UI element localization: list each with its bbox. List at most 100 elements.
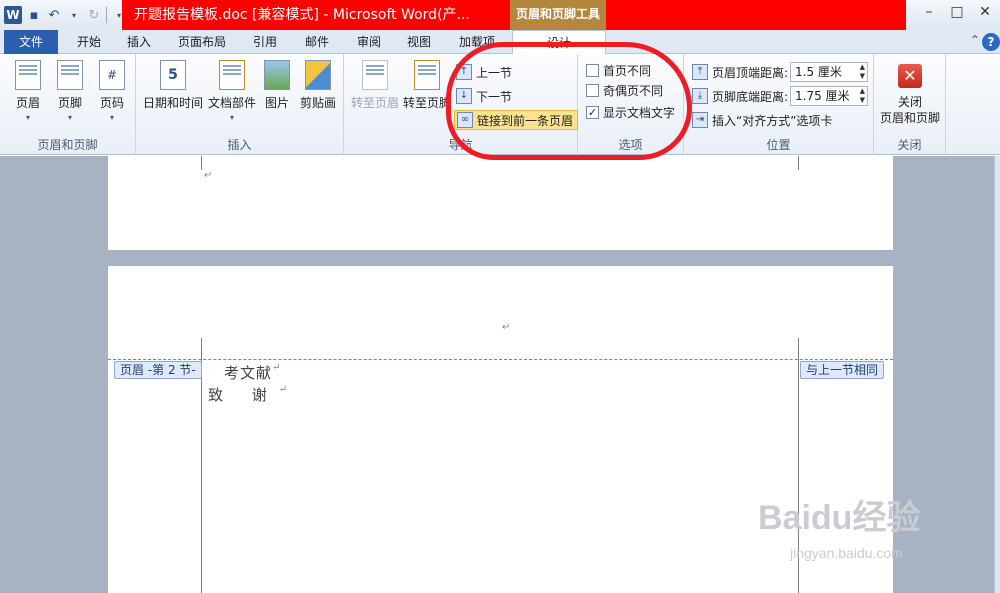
group-close: ✕ 关闭 页眉和页脚 关闭	[874, 54, 946, 155]
chevron-down-icon: ▾	[67, 113, 72, 122]
quick-parts-button[interactable]: 文档部件 ▾	[206, 60, 258, 122]
insert-alignment-tab-button[interactable]: ⇥ 插入“对齐方式”选项卡	[692, 110, 832, 130]
goto-footer-label: 转至页脚	[402, 96, 451, 110]
footer-icon	[57, 60, 83, 90]
goto-footer-button[interactable]: 转至页脚	[402, 60, 452, 111]
close-window-icon[interactable]: ✕	[970, 0, 1000, 24]
close-icon: ✕	[898, 64, 922, 88]
close-header-footer-label: 关闭 页眉和页脚	[879, 95, 940, 125]
redo-icon[interactable]: ↻	[86, 8, 102, 23]
header-top-label: 页眉顶端距离:	[712, 65, 789, 80]
doc-line-references[interactable]: 考文献 ↵	[224, 362, 280, 383]
tab-insert[interactable]: 插入	[120, 30, 158, 54]
goto-header-button[interactable]: 转至页眉	[350, 60, 400, 111]
help-icon[interactable]: ?	[982, 33, 1000, 51]
tab-home[interactable]: 开始	[70, 30, 108, 54]
tab-page-layout[interactable]: 页面布局	[172, 30, 232, 54]
baidu-watermark: Baidu经验	[758, 499, 921, 537]
header-icon	[15, 60, 41, 90]
footer-bottom-value: 1.75 厘米	[795, 89, 850, 103]
header-top-distance: ⤒ 页眉顶端距离:	[692, 62, 788, 82]
group-header-footer: 页眉 ▾ 页脚 ▾ # 页码 ▾ 页眉和页脚	[0, 54, 136, 155]
clip-art-button[interactable]: 剪贴画	[296, 60, 340, 111]
header-button[interactable]: 页眉 ▾	[10, 60, 46, 122]
paragraph-mark: ↵	[278, 384, 288, 395]
header-paragraph-mark: ↵	[502, 322, 511, 333]
vertical-scrollbar[interactable]	[994, 156, 1000, 593]
chevron-down-icon: ▾	[25, 113, 30, 122]
header-boundary-line	[108, 359, 893, 360]
quick-parts-button-label: 文档部件	[207, 96, 256, 110]
group-label-close: 关闭	[897, 138, 922, 152]
chevron-down-icon: ▾	[229, 113, 234, 122]
footer-bottom-spinner[interactable]: 1.75 厘米 ▲ ▼	[790, 86, 868, 106]
header-button-label: 页眉	[15, 96, 40, 110]
minimize-icon[interactable]: –	[914, 0, 944, 24]
footer-bottom-distance: ⤓ 页脚底端距离:	[692, 86, 788, 106]
group-label-header-footer: 页眉和页脚	[37, 138, 98, 152]
footer-bottom-label: 页脚底端距离:	[712, 89, 789, 104]
document-page-1[interactable]: ↵	[108, 156, 893, 250]
header-top-value: 1.5 厘米	[795, 65, 842, 79]
quick-parts-icon	[219, 60, 245, 90]
page-number-icon: #	[99, 60, 125, 90]
clip-art-button-label: 剪贴画	[299, 96, 336, 110]
document-page-2[interactable]: ↵ 页眉 -第 2 节- 与上一节相同 考文献 ↵ 致 谢 ↵	[108, 266, 893, 593]
word-app-icon[interactable]: W	[4, 6, 22, 24]
group-insert: 5 日期和时间 文档部件 ▾ 图片 剪贴画 插入	[136, 54, 344, 155]
doc-line-acknowledgements[interactable]: 致 谢 ↵	[208, 384, 287, 405]
tab-mailings[interactable]: 邮件	[298, 30, 336, 54]
group-label-position: 位置	[766, 138, 791, 152]
page-number-button-label: 页码	[99, 96, 124, 110]
tab-review[interactable]: 审阅	[350, 30, 388, 54]
maximize-icon[interactable]: □	[942, 0, 972, 24]
header-section-tag: 页眉 -第 2 节-	[114, 361, 202, 379]
title-bar: W ▪ ↶ ▾ ↻ ▾ 开题报告模板.doc [兼容模式] - Microsof…	[0, 0, 1000, 30]
footer-position-icon: ⤓	[692, 88, 708, 104]
doc-line-acknowledgements-text: 致 谢	[208, 386, 279, 404]
save-icon[interactable]: ▪	[26, 8, 42, 23]
undo-icon[interactable]: ↶	[46, 8, 62, 23]
clip-art-icon	[305, 60, 331, 90]
picture-button[interactable]: 图片	[260, 60, 294, 111]
paragraph-mark: ↵	[204, 170, 213, 181]
chevron-down-icon: ▾	[109, 113, 114, 122]
goto-header-icon	[362, 60, 388, 90]
alignment-tab-icon: ⇥	[692, 112, 708, 128]
close-header-footer-button[interactable]: ✕ 关闭 页眉和页脚	[878, 58, 942, 126]
minimize-ribbon-icon[interactable]: ⌃	[970, 33, 980, 47]
tab-file[interactable]: 文件	[4, 30, 58, 54]
undo-dropdown-icon[interactable]: ▾	[66, 11, 82, 20]
calendar-icon: 5	[160, 60, 186, 90]
tab-view[interactable]: 视图	[400, 30, 438, 54]
doc-line-references-text: 考文献	[224, 364, 273, 382]
group-label-insert: 插入	[227, 138, 252, 152]
date-time-button[interactable]: 5 日期和时间	[142, 60, 204, 111]
annotation-circle	[446, 42, 692, 160]
qat-separator	[106, 7, 107, 23]
insert-alignment-tab-label: 插入“对齐方式”选项卡	[712, 113, 833, 128]
goto-header-label: 转至页眉	[350, 96, 399, 110]
footer-button-label: 页脚	[57, 96, 82, 110]
title-highlight	[606, 0, 906, 30]
context-tab-header-footer-tools: 页眉和页脚工具	[510, 0, 606, 30]
picture-icon	[264, 60, 290, 90]
margin-guide	[201, 156, 202, 170]
same-as-previous-tag: 与上一节相同	[800, 361, 885, 379]
tab-references[interactable]: 引用	[246, 30, 284, 54]
date-time-button-label: 日期和时间	[142, 96, 203, 110]
baidu-watermark-url: jingyan.baidu.com	[790, 545, 903, 561]
goto-footer-icon	[414, 60, 440, 90]
page-number-button[interactable]: # 页码 ▾	[94, 60, 130, 122]
group-position: ⤒ 页眉顶端距离: 1.5 厘米 ▲ ▼ ⤓ 页脚底端距离: 1.75 厘米 ▲ ▼…	[684, 54, 874, 155]
footer-button[interactable]: 页脚 ▾	[52, 60, 88, 122]
header-top-spinner[interactable]: 1.5 厘米 ▲ ▼	[790, 62, 868, 82]
spinner-arrows-icon[interactable]: ▲ ▼	[860, 63, 865, 81]
picture-button-label: 图片	[264, 96, 289, 110]
spinner-arrows-icon[interactable]: ▲ ▼	[860, 87, 865, 105]
quick-access-toolbar: W ▪ ↶ ▾ ↻ ▾	[4, 5, 127, 25]
header-position-icon: ⤒	[692, 64, 708, 80]
margin-guide	[798, 156, 799, 170]
paragraph-mark: ↵	[272, 362, 282, 373]
window-title: 开题报告模板.doc [兼容模式] - Microsoft Word(产...	[122, 0, 510, 30]
